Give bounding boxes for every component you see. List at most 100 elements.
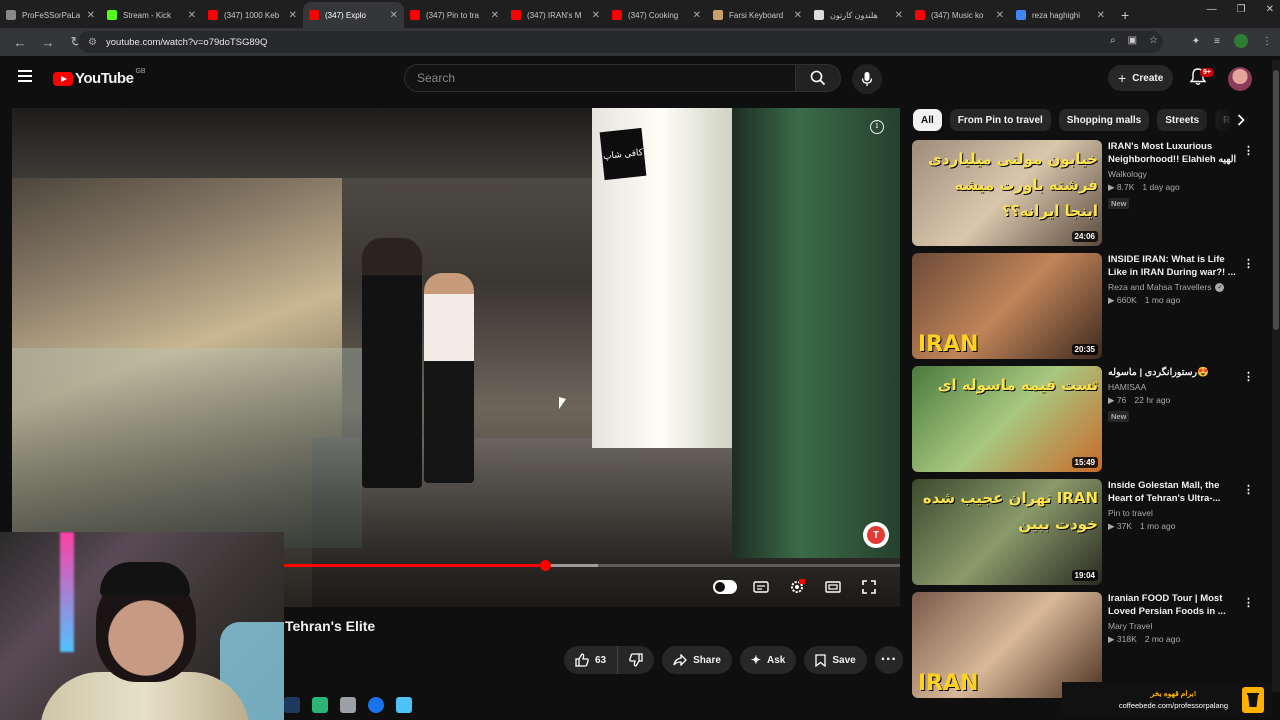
search-input[interactable] <box>417 71 795 85</box>
browser-tab[interactable]: ProFeSSorPaLa ✕ <box>0 2 101 28</box>
app-icon-blue[interactable] <box>368 697 384 713</box>
tab-close-icon[interactable]: ✕ <box>592 10 600 21</box>
filter-chip[interactable]: From Pin to travel <box>949 109 1051 131</box>
tab-close-icon[interactable]: ✕ <box>895 10 903 21</box>
video-thumbnail[interactable]: تست قیمه ماسوله ای 15:49 <box>912 366 1102 472</box>
browser-tab[interactable]: (347) IRAN's M ✕ <box>505 2 606 28</box>
filter-chip[interactable]: All <box>913 109 942 131</box>
create-button[interactable]: + Create <box>1108 65 1174 91</box>
cast-icon[interactable]: ▣ <box>1128 35 1137 46</box>
dislike-button[interactable] <box>618 646 655 674</box>
settings-button[interactable] <box>785 575 809 599</box>
guide-menu-icon[interactable] <box>18 70 32 82</box>
pen-icon[interactable] <box>284 697 300 713</box>
ask-label: Ask <box>766 654 786 666</box>
browser-tab[interactable]: (347) Music ko ✕ <box>909 2 1010 28</box>
browser-menu-icon[interactable]: ⋮ <box>1262 36 1272 47</box>
scrollbar-thumb[interactable] <box>1273 70 1279 330</box>
app-icon-gray[interactable] <box>340 697 356 713</box>
filter-chip[interactable]: Shopping malls <box>1058 109 1150 131</box>
browser-tab[interactable]: Stream - Kick ✕ <box>101 2 202 28</box>
channel-name-text: Reza and Mahsa Travellers <box>1108 282 1212 292</box>
browser-tab[interactable]: (347) Explo ✕ <box>303 2 404 28</box>
tab-close-icon[interactable]: ✕ <box>87 10 95 21</box>
video-menu-icon[interactable]: ⋮ <box>1243 144 1255 157</box>
browser-tab[interactable]: Farsi Keyboard ✕ <box>707 2 808 28</box>
search-button[interactable] <box>795 64 841 92</box>
page-scrollbar[interactable] <box>1272 60 1280 692</box>
tab-close-icon[interactable]: ✕ <box>390 10 398 21</box>
scrubber-handle[interactable] <box>539 560 551 571</box>
recommended-video[interactable]: تست قیمه ماسوله ای 15:49 رستورانگردی | ماس… <box>912 366 1264 479</box>
theater-mode-button[interactable] <box>821 575 845 599</box>
save-button[interactable]: Save <box>804 646 867 674</box>
views-play-icon: ▶ <box>1108 521 1117 531</box>
channel-watermark[interactable]: T <box>863 522 889 548</box>
view-count: ▶ 76 <box>1108 395 1126 406</box>
tab-close-icon[interactable]: ✕ <box>693 10 701 21</box>
bookmark-star-icon[interactable]: ☆ <box>1149 35 1158 46</box>
tab-close-icon[interactable]: ✕ <box>188 10 196 21</box>
video-title-link[interactable]: رستورانگردی | ماسوله😍 <box>1108 366 1238 379</box>
view-count-text: 318K <box>1116 634 1137 644</box>
video-title-link[interactable]: IRAN's Most Luxurious Neighborhood!! Ela… <box>1108 140 1238 166</box>
minimize-icon[interactable]: — <box>1207 4 1217 15</box>
channel-name[interactable]: Reza and Mahsa Travellers ✓ <box>1108 282 1238 292</box>
close-window-icon[interactable]: ✕ <box>1266 4 1274 15</box>
video-thumbnail[interactable]: IRAN تهران عجیب شده خودت ببین 19:04 <box>912 479 1102 585</box>
browser-tab[interactable]: reza haghighi ✕ <box>1010 2 1111 28</box>
recommended-video[interactable]: IRAN 20:35 INSIDE IRAN: What is Life Like … <box>912 253 1264 366</box>
browser-tab[interactable]: (347) 1000 Keb ✕ <box>202 2 303 28</box>
tab-close-icon[interactable]: ✕ <box>491 10 499 21</box>
notepad-icon[interactable] <box>396 697 412 713</box>
recommended-video[interactable]: IRAN تهران عجیب شده خودت ببین 19:04 Inside… <box>912 479 1264 592</box>
tab-close-icon[interactable]: ✕ <box>794 10 802 21</box>
browser-tab[interactable]: (347) Pin to tra ✕ <box>404 2 505 28</box>
video-menu-icon[interactable]: ⋮ <box>1243 596 1255 609</box>
channel-name[interactable]: HAMISAA <box>1108 382 1238 392</box>
subtitles-button[interactable] <box>749 575 773 599</box>
video-meta: IRAN's Most Luxurious Neighborhood!! Ela… <box>1108 140 1238 211</box>
fullscreen-button[interactable] <box>857 575 881 599</box>
video-title-link[interactable]: Iranian FOOD Tour | Most Loved Persian F… <box>1108 592 1238 618</box>
voice-search-button[interactable] <box>852 64 882 94</box>
zoom-icon[interactable]: ⌕ <box>1110 35 1116 46</box>
video-menu-icon[interactable]: ⋮ <box>1243 257 1255 270</box>
channel-name[interactable]: Walkology <box>1108 169 1238 179</box>
channel-name[interactable]: Mary Travel <box>1108 621 1238 631</box>
tab-close-icon[interactable]: ✕ <box>289 10 297 21</box>
more-actions-button[interactable]: ··· <box>874 646 903 674</box>
recommended-video[interactable]: خیابون مولتی میلیاردی فرشته باورت میشه ا… <box>912 140 1264 253</box>
video-menu-icon[interactable]: ⋮ <box>1243 370 1255 383</box>
new-tab-button[interactable]: + <box>1111 2 1139 28</box>
app-icon-green[interactable] <box>312 697 328 713</box>
tab-close-icon[interactable]: ✕ <box>996 10 1004 21</box>
site-info-icon[interactable]: ⚙ <box>88 37 100 48</box>
donation-overlay: برام قهوه بخر! coffeebede.com/professorp… <box>1062 682 1272 718</box>
extensions-icon[interactable]: ✦ <box>1192 36 1200 47</box>
tab-close-icon[interactable]: ✕ <box>1097 10 1105 21</box>
address-bar[interactable]: ⚙ youtube.com/watch?v=o79doTSG89Q <box>78 31 1163 53</box>
account-avatar[interactable] <box>1228 67 1252 91</box>
video-thumbnail[interactable]: خیابون مولتی میلیاردی فرشته باورت میشه ا… <box>912 140 1102 246</box>
youtube-logo[interactable]: YouTube GB <box>53 68 146 87</box>
forward-icon[interactable]: → <box>40 35 56 50</box>
media-control-icon[interactable]: ≡ <box>1214 36 1220 47</box>
share-button[interactable]: Share <box>662 646 732 674</box>
video-menu-icon[interactable]: ⋮ <box>1243 483 1255 496</box>
video-title-link[interactable]: INSIDE IRAN: What is Life Like in IRAN D… <box>1108 253 1238 279</box>
browser-tab[interactable]: هلندون کارتون ✕ <box>808 2 909 28</box>
like-button[interactable]: 63 <box>564 646 619 674</box>
restore-icon[interactable]: ❐ <box>1237 4 1246 15</box>
info-icon[interactable]: i <box>870 120 884 134</box>
ask-button[interactable]: ✦ Ask <box>739 646 797 674</box>
view-count: ▶ 660K <box>1108 295 1137 306</box>
browser-tab[interactable]: (347) Cooking ✕ <box>606 2 707 28</box>
back-icon[interactable]: ← <box>12 35 28 50</box>
profile-icon[interactable] <box>1234 34 1248 48</box>
autoplay-toggle[interactable] <box>713 575 737 599</box>
video-thumbnail[interactable]: IRAN 20:35 <box>912 253 1102 359</box>
video-title-link[interactable]: Inside Golestan Mall, the Heart of Tehra… <box>1108 479 1238 505</box>
chips-next-button[interactable] <box>1231 110 1251 130</box>
channel-name[interactable]: Pin to travel <box>1108 508 1238 518</box>
